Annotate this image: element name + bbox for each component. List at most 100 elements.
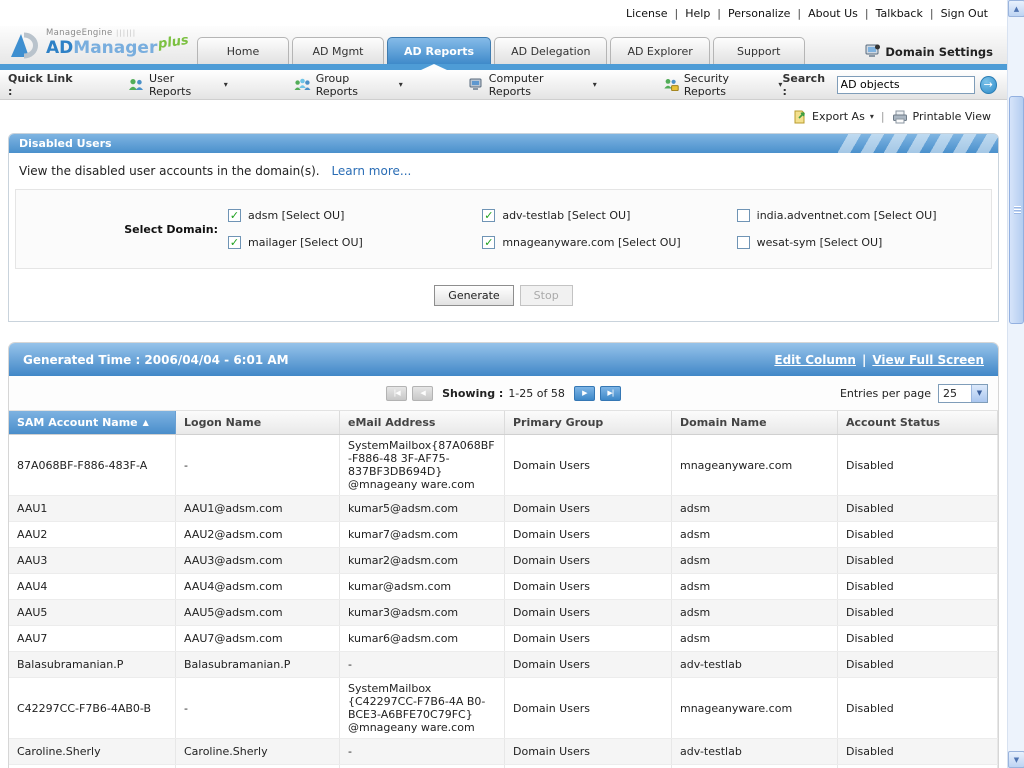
tab-ad-mgmt[interactable]: AD Mgmt	[292, 37, 384, 64]
table-row[interactable]: AAU2 AAU2@adsm.com kumar7@adsm.com Domai…	[9, 522, 998, 548]
scroll-down-button[interactable]: ▼	[1008, 751, 1024, 768]
separator: |	[862, 353, 866, 367]
cell-logon-name: Balasubramanian.P	[176, 652, 340, 677]
printable-view-button[interactable]: Printable View	[892, 110, 991, 124]
edit-column-link[interactable]: Edit Column	[774, 353, 856, 367]
cell-logon-name: Caroline.Sherly	[176, 739, 340, 764]
cell-account-status: Disabled	[838, 652, 998, 677]
cell-account-status: Disabled	[838, 678, 998, 738]
table-header-row: SAM Account Name ▲ Logon Name eMail Addr…	[9, 410, 998, 435]
cell-domain-name: mnageanyware.com	[672, 678, 838, 738]
security-reports-icon	[663, 78, 679, 91]
domain-checkbox[interactable]	[737, 236, 750, 249]
domain-checkbox-item[interactable]: india.adventnet.com [Select OU]	[737, 209, 991, 222]
search-label: Search :	[782, 72, 831, 98]
domain-checkbox-item[interactable]: ✓ mailager [Select OU]	[228, 236, 482, 249]
table-row[interactable]: AAU7 AAU7@adsm.com kumar6@adsm.com Domai…	[9, 626, 998, 652]
column-header-domain-name[interactable]: Domain Name	[672, 411, 838, 434]
group-reports-menu[interactable]: Group Reports ▾	[294, 72, 403, 98]
last-page-button[interactable]: ▶|	[600, 386, 621, 401]
personalize-link[interactable]: Personalize	[721, 7, 797, 20]
domain-checkbox-item[interactable]: ✓ adv-testlab [Select OU]	[482, 209, 736, 222]
user-reports-menu[interactable]: User Reports ▾	[128, 72, 228, 98]
domain-checkbox[interactable]: ✓	[482, 209, 495, 222]
cell-sam-account-name: AAU2	[9, 522, 176, 547]
domain-checkbox[interactable]	[737, 209, 750, 222]
domain-label: mailager [Select OU]	[248, 236, 363, 249]
scrollbar-thumb[interactable]	[1009, 96, 1024, 324]
domain-checkbox-item[interactable]: ✓ mnageanyware.com [Select OU]	[482, 236, 736, 249]
cell-logon-name: AAU3@adsm.com	[176, 548, 340, 573]
generate-button[interactable]: Generate	[434, 285, 513, 306]
table-row[interactable]: Caroline.Sherly Caroline.Sherly - Domain…	[9, 739, 998, 765]
domain-settings-label: Domain Settings	[885, 45, 993, 59]
previous-page-button[interactable]: ◀	[412, 386, 433, 401]
stop-button[interactable]: Stop	[520, 285, 573, 306]
right-arrow-icon: →	[984, 78, 993, 91]
admanager-logo: ManageEngine |||||| AD Manager plus	[10, 26, 189, 59]
vertical-scrollbar[interactable]: ▲ ▼	[1007, 0, 1024, 768]
domain-settings-button[interactable]: Domain Settings	[865, 44, 993, 59]
column-header-label: Account Status	[846, 416, 940, 429]
table-row[interactable]: AAU1 AAU1@adsm.com kumar5@adsm.com Domai…	[9, 496, 998, 522]
about-us-link[interactable]: About Us	[801, 7, 865, 20]
entries-per-page-select[interactable]: 25 ▼	[938, 384, 988, 403]
column-header-email-address[interactable]: eMail Address	[340, 411, 505, 434]
table-row[interactable]: AAU5 AAU5@adsm.com kumar3@adsm.com Domai…	[9, 600, 998, 626]
quick-link-label: Quick Link :	[8, 72, 80, 98]
report-table-body: 87A068BF-F886-483F-A - SystemMailbox{87A…	[9, 435, 998, 768]
table-row[interactable]: Balasubramanian.P Balasubramanian.P - Do…	[9, 652, 998, 678]
export-as-button[interactable]: Export As ▾	[793, 109, 874, 124]
next-page-button[interactable]: ▶	[574, 386, 595, 401]
tab-ad-delegation[interactable]: AD Delegation	[494, 37, 607, 64]
domain-checkbox-item[interactable]: ✓ adsm [Select OU]	[228, 209, 482, 222]
domain-checkbox[interactable]: ✓	[482, 236, 495, 249]
domain-label: adv-testlab [Select OU]	[502, 209, 630, 222]
tab-support[interactable]: Support	[713, 37, 805, 64]
help-link[interactable]: Help	[678, 7, 717, 20]
table-row[interactable]: AAU4 AAU4@adsm.com kumar@adsm.com Domain…	[9, 574, 998, 600]
tab-ad-reports[interactable]: AD Reports	[387, 37, 491, 64]
brand-plus: plus	[158, 33, 190, 50]
cell-sam-account-name: Caroline.Sherly	[9, 739, 176, 764]
search-input[interactable]	[837, 76, 975, 94]
tab-home[interactable]: Home	[197, 37, 289, 64]
table-row[interactable]: 87A068BF-F886-483F-A - SystemMailbox{87A…	[9, 435, 998, 496]
cell-logon-name: AAU4@adsm.com	[176, 574, 340, 599]
column-header-sam-account-name[interactable]: SAM Account Name ▲	[9, 411, 176, 434]
domain-checkbox[interactable]: ✓	[228, 209, 241, 222]
quick-link-bar: Quick Link : User Reports ▾	[0, 70, 1007, 100]
column-header-account-status[interactable]: Account Status	[838, 411, 998, 434]
domain-checkbox[interactable]: ✓	[228, 236, 241, 249]
app-header: ManageEngine |||||| AD Manager plus Home…	[0, 26, 1007, 64]
computer-reports-menu[interactable]: Computer Reports ▾	[469, 72, 597, 98]
select-domain-label: Select Domain:	[16, 223, 228, 236]
table-row[interactable]: AAU3 AAU3@adsm.com kumar2@adsm.com Domai…	[9, 548, 998, 574]
generated-time-bar: Generated Time : 2006/04/04 - 6:01 AM Ed…	[9, 343, 998, 376]
column-header-logon-name[interactable]: Logon Name	[176, 411, 340, 434]
security-reports-menu[interactable]: Security Reports ▾	[663, 72, 783, 98]
talkback-link[interactable]: Talkback	[869, 7, 930, 20]
cell-sam-account-name: AAU5	[9, 600, 176, 625]
scroll-up-button[interactable]: ▲	[1008, 0, 1024, 17]
cell-email-address: kumar@adsm.com	[340, 574, 505, 599]
domain-checkbox-item[interactable]: wesat-sym [Select OU]	[737, 236, 991, 249]
tab-ad-explorer[interactable]: AD Explorer	[610, 37, 709, 64]
view-full-screen-link[interactable]: View Full Screen	[872, 353, 984, 367]
table-row[interactable]: C42297CC-F7B6-4AB0-B - SystemMailbox {C4…	[9, 678, 998, 739]
learn-more-link[interactable]: Learn more...	[331, 164, 411, 178]
domain-checkbox-grid: ✓ adsm [Select OU] ✓ mailager [Select OU…	[228, 202, 991, 256]
sign-out-link[interactable]: Sign Out	[934, 7, 995, 20]
sort-ascending-icon: ▲	[143, 418, 149, 427]
cell-domain-name: adsm	[672, 626, 838, 651]
brand-product-ad: AD	[46, 40, 73, 57]
cell-email-address: kumar5@adsm.com	[340, 496, 505, 521]
select-arrow-icon: ▼	[971, 385, 987, 402]
domain-settings-icon	[865, 44, 881, 59]
license-link[interactable]: License	[619, 7, 674, 20]
column-header-primary-group[interactable]: Primary Group	[505, 411, 672, 434]
separator: |	[881, 110, 885, 123]
search-go-button[interactable]: →	[980, 76, 997, 94]
first-page-button[interactable]: |◀	[386, 386, 407, 401]
entries-per-page: Entries per page 25 ▼	[840, 376, 988, 410]
